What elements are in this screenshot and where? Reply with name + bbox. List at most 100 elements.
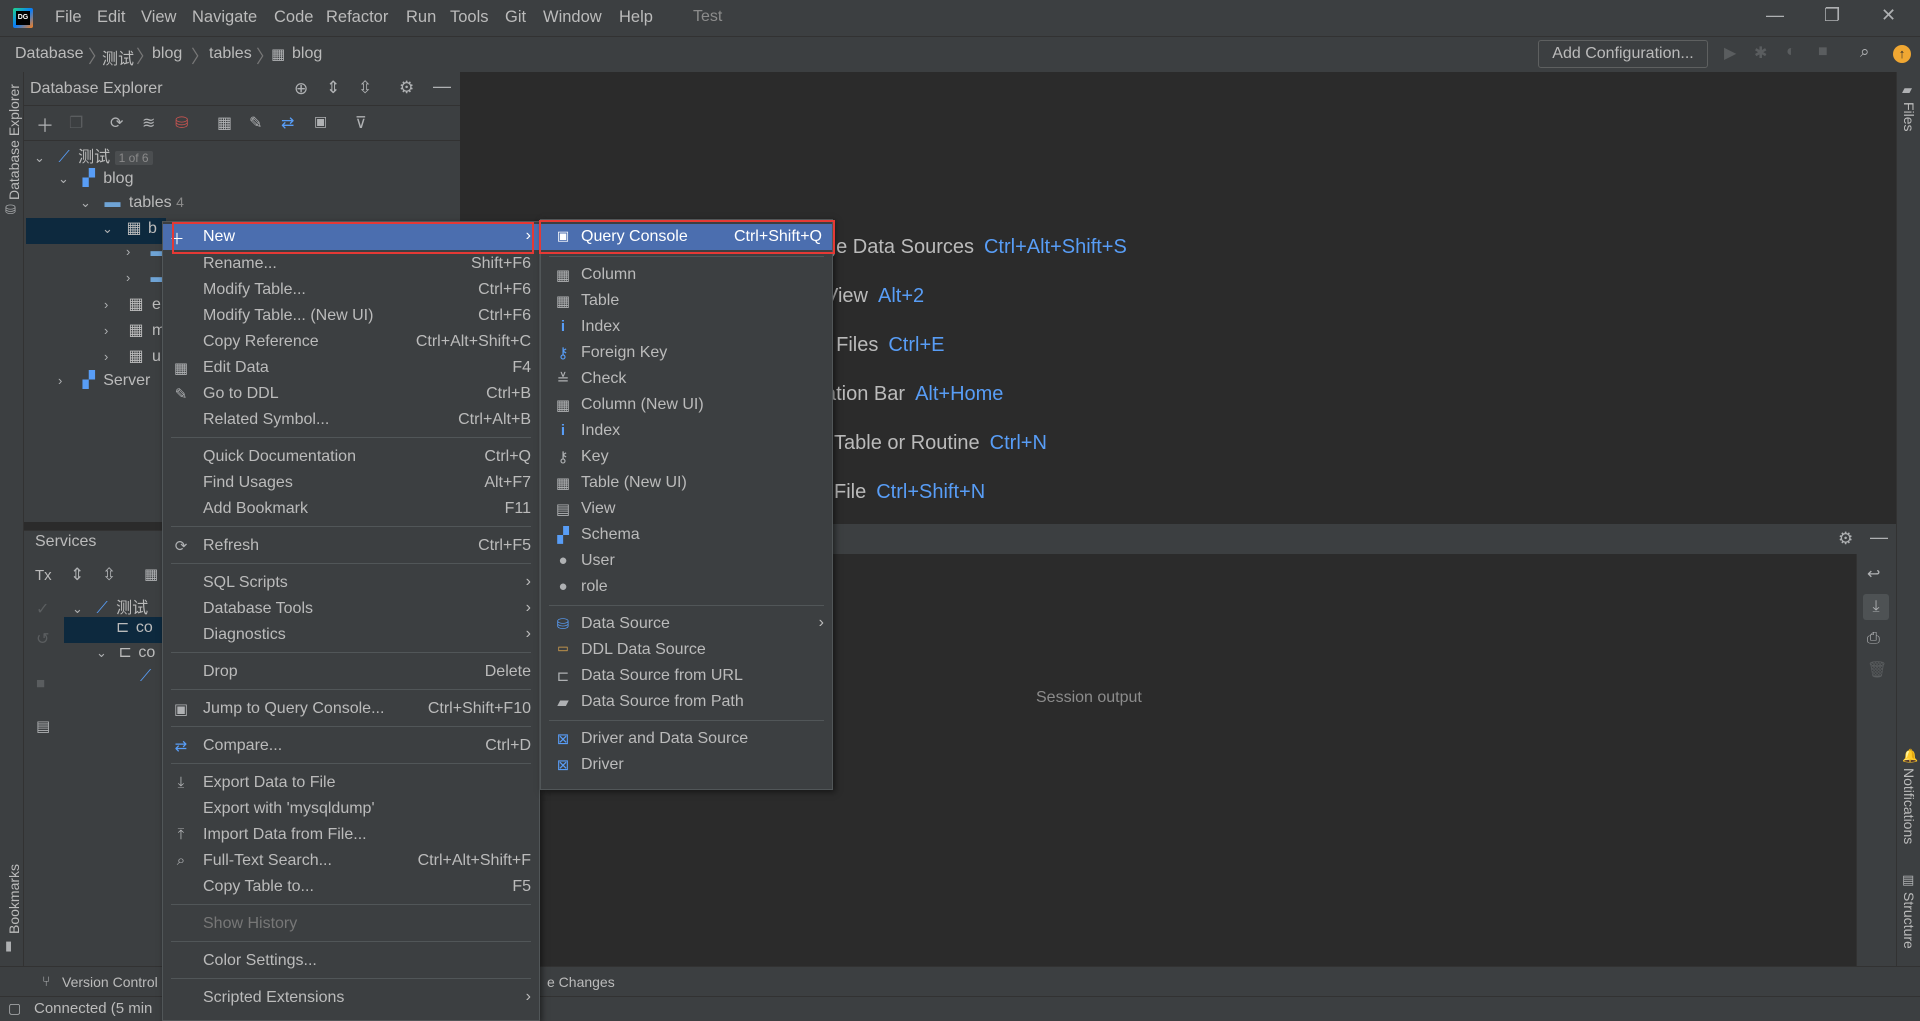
menu-refactor[interactable]: Refactor	[326, 8, 388, 27]
jump-icon[interactable]: ⇄	[281, 113, 294, 133]
submenu-data-source[interactable]: ⛁ Data Source ›	[541, 611, 832, 637]
hide-icon[interactable]: —	[1870, 527, 1888, 548]
menu-window[interactable]: Window	[543, 8, 602, 27]
menu-add-bookmark[interactable]: Add Bookmark F11	[163, 496, 539, 522]
expand-all-icon[interactable]: ⇕	[326, 78, 340, 98]
submenu-foreign-key[interactable]: ⚷ Foreign Key	[541, 340, 832, 366]
clear-icon[interactable]: 🗑	[1867, 660, 1887, 680]
properties-icon[interactable]: ≋	[142, 113, 155, 133]
group-icon[interactable]: ▦	[144, 565, 158, 583]
tree-folder-1[interactable]: › ▬	[126, 243, 166, 269]
menu-compare[interactable]: ⇄ Compare... Ctrl+D	[163, 733, 539, 759]
submenu-table-new-ui[interactable]: ▦ Table (New UI)	[541, 470, 832, 496]
menu-jump-to-query-console[interactable]: ▣ Jump to Query Console... Ctrl+Shift+F1…	[163, 696, 539, 722]
menu-git[interactable]: Git	[505, 8, 526, 27]
menu-help[interactable]: Help	[619, 8, 653, 27]
bookmarks-stripe-tab[interactable]: Bookmarks	[6, 864, 22, 934]
menu-sql-scripts[interactable]: SQL Scripts ›	[163, 570, 539, 596]
database-changes-tab[interactable]: e Changes	[547, 974, 615, 990]
services-session[interactable]: ⟋	[140, 668, 151, 694]
menu-color-settings[interactable]: Color Settings...	[163, 948, 539, 974]
services-console-2[interactable]: ⌄ ⊏ co	[96, 642, 155, 668]
submenu-key[interactable]: ⚷ Key	[541, 444, 832, 470]
submenu-schema[interactable]: ▞ Schema	[541, 522, 832, 548]
restore-icon[interactable]: ❐	[1824, 5, 1840, 26]
version-control-tab[interactable]: Version Control	[62, 974, 158, 990]
stop-icon[interactable]: ■	[36, 675, 45, 692]
tree-table-selected[interactable]: ⌄ ▦ b	[26, 218, 166, 244]
duplicate-icon[interactable]: ❐	[69, 113, 83, 133]
submenu-data-source-path[interactable]: ▰ Data Source from Path	[541, 689, 832, 715]
submenu-role[interactable]: ● role	[541, 574, 832, 600]
menu-navigate[interactable]: Navigate	[192, 8, 257, 27]
submenu-driver[interactable]: ⊠ Driver	[541, 752, 832, 778]
menu-go-to-ddl[interactable]: ✎ Go to DDL Ctrl+B	[163, 381, 539, 407]
breadcrumb-blog[interactable]: blog	[152, 45, 182, 63]
menu-edit-data[interactable]: ▦ Edit Data F4	[163, 355, 539, 381]
coverage-icon[interactable]: ◐	[1786, 43, 1796, 61]
disconnect-icon[interactable]: ⛁	[175, 113, 188, 133]
structure-stripe-tab[interactable]: Structure	[1901, 892, 1917, 949]
breadcrumb-test[interactable]: 测试	[102, 45, 134, 69]
menu-copy-table[interactable]: Copy Table to... F5	[163, 874, 539, 900]
submenu-column-new-ui[interactable]: ▦ Column (New UI)	[541, 392, 832, 418]
menu-quick-documentation[interactable]: Quick Documentation Ctrl+Q	[163, 444, 539, 470]
debug-icon[interactable]: ✱	[1754, 43, 1767, 63]
hide-icon[interactable]: —	[433, 76, 451, 97]
database-explorer-stripe-tab[interactable]: Database Explorer	[6, 84, 22, 200]
submenu-table[interactable]: ▦ Table	[541, 288, 832, 314]
menu-tools[interactable]: Tools	[450, 8, 489, 27]
close-icon[interactable]: ✕	[1881, 5, 1896, 26]
edit-icon[interactable]: ✎	[249, 113, 262, 133]
menu-export-mysqldump[interactable]: Export with 'mysqldump'	[163, 796, 539, 822]
tree-server[interactable]: › ▞ Server	[58, 370, 150, 396]
menu-run[interactable]: Run	[406, 8, 436, 27]
menu-file[interactable]: File	[55, 8, 82, 27]
layout-icon[interactable]: ▤	[36, 717, 50, 735]
menu-export-data-to-file[interactable]: ⤓ Export Data to File	[163, 770, 539, 796]
minimize-icon[interactable]: —	[1766, 5, 1784, 26]
notifications-stripe-tab[interactable]: Notifications	[1901, 768, 1917, 844]
stop-icon[interactable]: ■	[1818, 43, 1828, 61]
layout-icon[interactable]: ▢	[8, 1000, 21, 1017]
commit-icon[interactable]: ✓	[36, 599, 49, 619]
rollback-icon[interactable]: ↺	[36, 629, 49, 649]
menu-diagnostics[interactable]: Diagnostics ›	[163, 622, 539, 648]
breadcrumb-blog-table[interactable]: blog	[292, 45, 322, 63]
collapse-all-icon[interactable]: ⇳	[358, 78, 372, 98]
submenu-data-source-url[interactable]: ⊏ Data Source from URL	[541, 663, 832, 689]
menu-code[interactable]: Code	[274, 8, 313, 27]
submenu-check[interactable]: ≚ Check	[541, 366, 832, 392]
breadcrumb-database[interactable]: Database	[15, 45, 84, 63]
menu-drop[interactable]: Drop Delete	[163, 659, 539, 685]
menu-view[interactable]: View	[141, 8, 176, 27]
submenu-driver-and-data-source[interactable]: ⊠ Driver and Data Source	[541, 726, 832, 752]
tree-tables[interactable]: ⌄ ▬ tables 4	[80, 194, 184, 220]
services-console-1[interactable]: ⊏ co	[64, 617, 164, 643]
search-icon[interactable]: ⌕	[1860, 42, 1870, 62]
run-icon[interactable]: ▶	[1724, 43, 1736, 63]
menu-rename[interactable]: Rename... Shift+F6	[163, 251, 539, 277]
menu-import-data[interactable]: ⤒ Import Data from File...	[163, 822, 539, 848]
menu-related-symbol[interactable]: Related Symbol... Ctrl+Alt+B	[163, 407, 539, 433]
tx-mode-button[interactable]: Tx	[35, 567, 52, 584]
tree-folder-2[interactable]: › ▬	[126, 269, 166, 295]
menu-full-text-search[interactable]: ⌕ Full-Text Search... Ctrl+Alt+Shift+F	[163, 848, 539, 874]
table-view-icon[interactable]: ▦	[217, 113, 232, 133]
menu-find-usages[interactable]: Find Usages Alt+F7	[163, 470, 539, 496]
submenu-index[interactable]: i Index	[541, 314, 832, 340]
collapse-all-icon[interactable]: ⇳	[102, 565, 116, 585]
add-icon[interactable]: ＋	[36, 112, 54, 138]
print-icon[interactable]: ⎙	[1867, 630, 1880, 648]
console-icon[interactable]: ▣	[314, 113, 327, 130]
menu-modify-table-new-ui[interactable]: Modify Table... (New UI) Ctrl+F6	[163, 303, 539, 329]
files-stripe-tab[interactable]: Files	[1901, 102, 1917, 132]
add-configuration-button[interactable]: Add Configuration...	[1538, 40, 1708, 68]
submenu-column[interactable]: ▦ Column	[541, 262, 832, 288]
menu-refresh[interactable]: ⟳ Refresh Ctrl+F5	[163, 533, 539, 559]
menu-database-tools[interactable]: Database Tools ›	[163, 596, 539, 622]
tree-schema[interactable]: ⌄ ▞ blog	[58, 168, 133, 194]
locate-icon[interactable]: ⊕	[294, 79, 308, 99]
settings-icon[interactable]: ⚙	[1838, 529, 1853, 549]
soft-wrap-icon[interactable]: ↩	[1867, 564, 1880, 584]
